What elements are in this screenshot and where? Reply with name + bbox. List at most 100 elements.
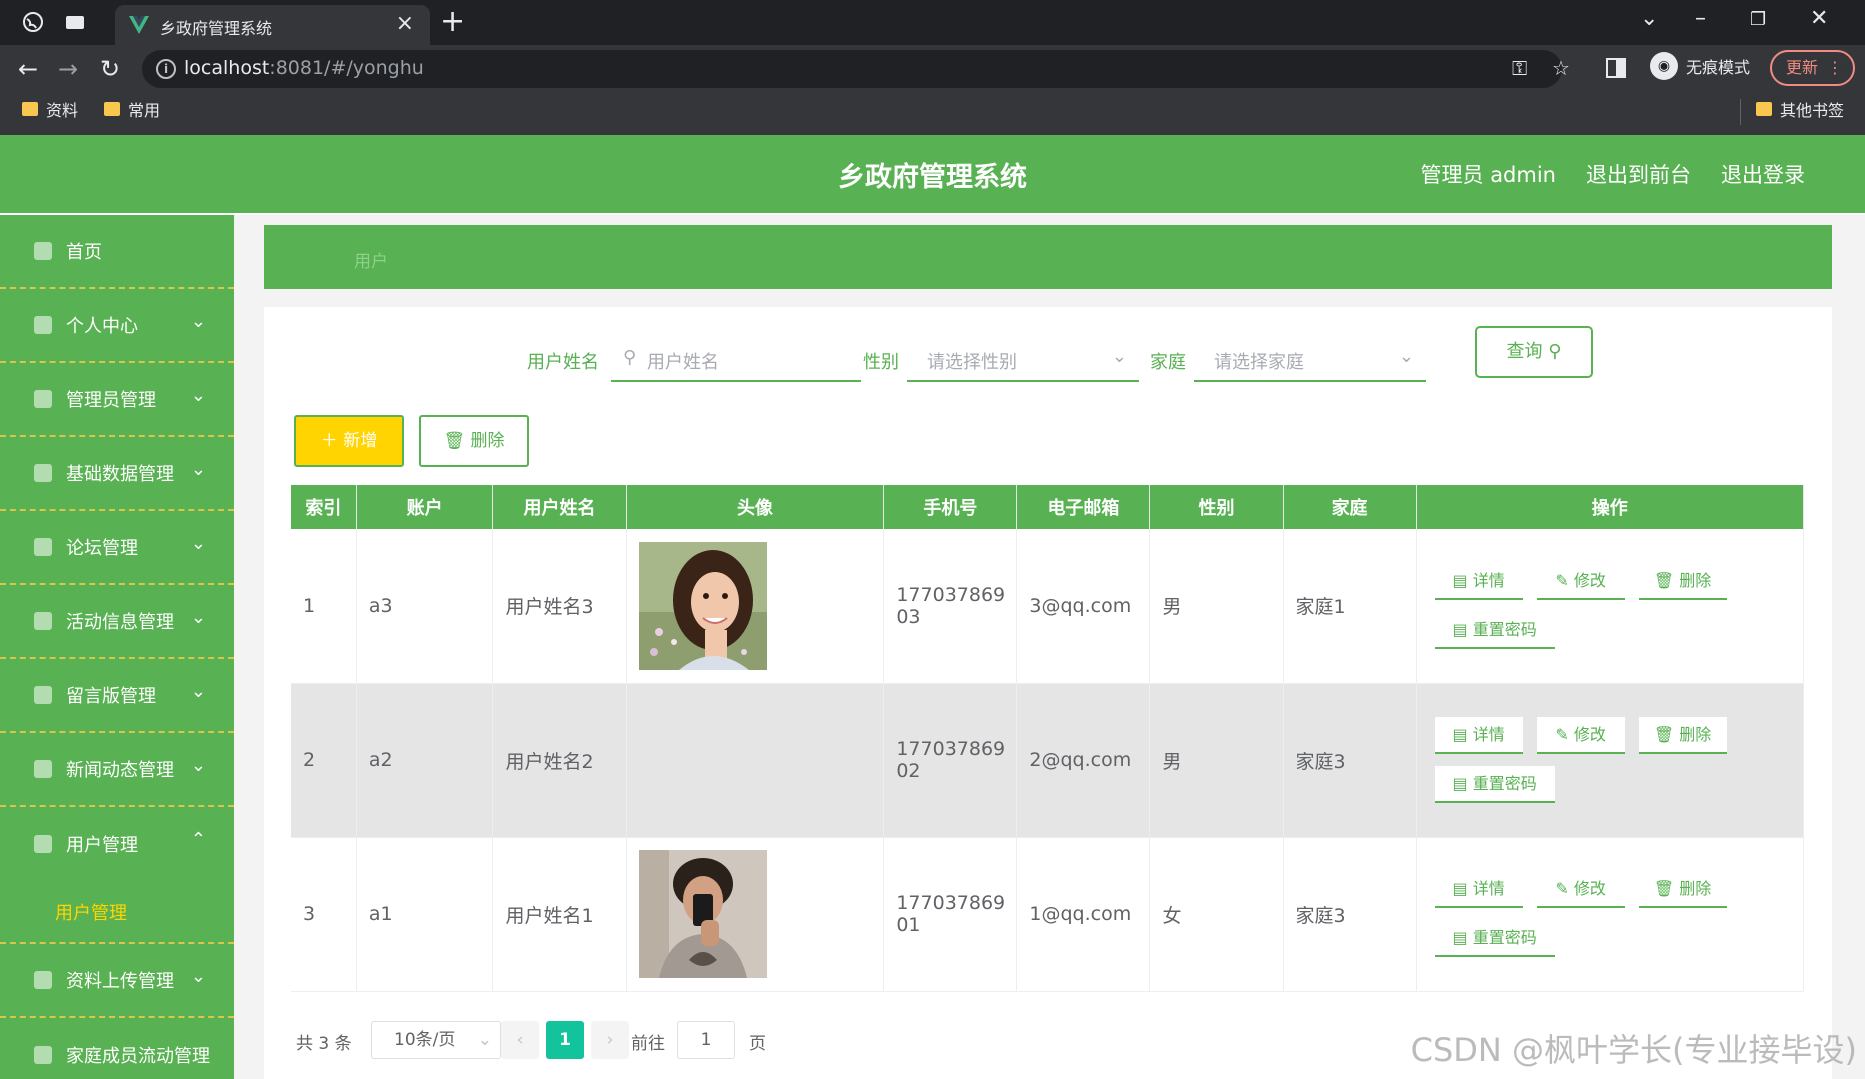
tab-list-icon[interactable]: ⌄ [1640, 6, 1658, 31]
family-icon [34, 1046, 52, 1064]
sidebar-item-activity[interactable]: 活动信息管理 ⌄ [0, 585, 234, 659]
table-row[interactable]: 1 a3 用户姓名3 177037869 03 3@qq.com 男 家庭1 ▤… [291, 529, 1805, 684]
restore-icon[interactable]: ❐ [1750, 9, 1766, 30]
goto-page-input[interactable]: 1 [677, 1021, 735, 1059]
sidebar-item-admin[interactable]: 管理员管理 ⌄ [0, 363, 234, 437]
breadcrumb: 用户 [264, 225, 1832, 289]
edit-button[interactable]: ✎ 修改 [1536, 871, 1625, 908]
col-actions: 操作 [1416, 485, 1805, 529]
query-button[interactable]: 查询 ⚲ [1475, 326, 1593, 378]
globe-icon[interactable] [22, 11, 44, 33]
cell-email: 2@qq.com [1016, 683, 1151, 838]
folder-icon [1756, 102, 1772, 116]
page-1-button[interactable]: 1 [546, 1021, 584, 1059]
trash-icon: 🗑 [1653, 570, 1675, 590]
folder-icon [22, 102, 38, 116]
exit-to-frontend-link[interactable]: 退出到前台 [1586, 159, 1691, 189]
col-email[interactable]: 电子邮箱 [1016, 485, 1151, 529]
gender-select[interactable]: 请选择性别 ⌄ [907, 338, 1139, 382]
sidebar-item-news[interactable]: 新闻动态管理 ⌄ [0, 733, 234, 807]
sidebar-item-personal-center[interactable]: 个人中心 ⌄ [0, 289, 234, 363]
edit-button[interactable]: ✎ 修改 [1536, 563, 1625, 600]
cell-gender: 男 [1149, 529, 1284, 684]
batch-delete-button[interactable]: 🗑 删除 [419, 415, 529, 467]
next-page-button[interactable]: › [591, 1021, 629, 1059]
delete-button[interactable]: 🗑 删除 [1638, 563, 1727, 600]
data-icon [34, 464, 52, 482]
key-icon[interactable]: ⚿ [1512, 56, 1527, 80]
col-family[interactable]: 家庭 [1283, 485, 1417, 529]
cell-account: a1 [356, 837, 494, 992]
document-icon: ▤ [1452, 570, 1468, 590]
reset-password-button[interactable]: ▤ 重置密码 [1434, 766, 1555, 803]
edit-button[interactable]: ✎ 修改 [1536, 717, 1625, 754]
incognito-indicator[interactable]: ◉ 无痕模式 [1650, 52, 1750, 80]
reload-icon[interactable]: ↻ [100, 55, 120, 83]
sidebar-item-user-management[interactable]: 用户管理 ⌃ [0, 807, 234, 881]
sidebar-item-forum[interactable]: 论坛管理 ⌄ [0, 511, 234, 585]
tab-search-icon[interactable] [64, 11, 86, 33]
sidebar-item-basic-data[interactable]: 基础数据管理 ⌄ [0, 437, 234, 511]
reset-password-button[interactable]: ▤ 重置密码 [1434, 612, 1555, 649]
new-tab-button[interactable]: + [440, 4, 465, 39]
page-size-select[interactable]: 10条/页 ⌄ [371, 1021, 501, 1059]
tab-close-icon[interactable]: × [396, 11, 414, 36]
col-name[interactable]: 用户姓名 [492, 485, 627, 529]
page-suffix: 页 [749, 1034, 766, 1054]
total-count: 共 3 条 [296, 1034, 352, 1054]
cell-avatar [626, 529, 885, 684]
detail-button[interactable]: ▤ 详情 [1434, 563, 1523, 600]
trash-icon: 🗑 [443, 431, 466, 451]
table-row[interactable]: 3 a1 用户姓名1 177037869 01 1@qq.com 女 家庭3 ▤… [291, 837, 1805, 992]
col-gender[interactable]: 性别 [1149, 485, 1284, 529]
minimize-icon[interactable]: – [1695, 6, 1706, 31]
bookmark-star-icon[interactable]: ☆ [1552, 56, 1570, 80]
avatar-boy-photo[interactable] [638, 850, 767, 978]
delete-button[interactable]: 🗑 删除 [1638, 717, 1727, 754]
update-button[interactable]: 更新 ⋮ [1770, 50, 1855, 86]
name-search-input[interactable]: ⚲ 用户姓名 [611, 338, 861, 382]
bookmark-changyong[interactable]: 常用 [104, 97, 160, 121]
cell-account: a2 [356, 683, 494, 838]
sidebar-subitem-user-management[interactable]: 用户管理 [0, 881, 234, 944]
trash-icon: 🗑 [1653, 879, 1675, 898]
cell-index: 3 [291, 837, 357, 992]
sidebar-item-family-flow[interactable]: 家庭成员流动管理 [0, 1018, 234, 1079]
cell-actions: ▤ 详情 ✎ 修改 🗑 删除 ▤ 重置密码 [1416, 529, 1805, 684]
site-info-icon[interactable]: i [156, 59, 176, 79]
cell-index: 1 [291, 529, 357, 684]
window-close-icon[interactable]: ✕ [1810, 6, 1828, 31]
gender-label: 性别 [863, 352, 899, 373]
reset-password-button[interactable]: ▤ 重置密码 [1434, 920, 1555, 957]
active-tab[interactable]: 乡政府管理系统 × [115, 5, 430, 45]
logout-link[interactable]: 退出登录 [1721, 159, 1805, 189]
cell-name: 用户姓名2 [492, 683, 627, 838]
family-select[interactable]: 请选择家庭 ⌄ [1194, 338, 1426, 382]
avatar-girl-photo[interactable] [638, 541, 767, 670]
col-index[interactable]: 索引 [291, 485, 357, 529]
address-bar[interactable]: i localhost:8081/#/yonghu ⚿ ☆ [142, 50, 1570, 88]
col-phone[interactable]: 手机号 [883, 485, 1018, 529]
col-account[interactable]: 账户 [356, 485, 494, 529]
detail-button[interactable]: ▤ 详情 [1434, 871, 1523, 908]
add-button[interactable]: ＋ 新增 [294, 415, 404, 467]
col-avatar: 头像 [626, 485, 885, 529]
detail-button[interactable]: ▤ 详情 [1434, 717, 1523, 754]
name-label: 用户姓名 [527, 352, 599, 373]
sidebar-item-message-board[interactable]: 留言版管理 ⌄ [0, 659, 234, 733]
sidebar-item-home[interactable]: 首页 [0, 215, 234, 289]
sidebar-item-upload[interactable]: 资料上传管理 ⌄ [0, 944, 234, 1018]
bookmark-ziliao[interactable]: 资料 [22, 97, 78, 121]
url-text[interactable]: localhost:8081/#/yonghu [184, 57, 424, 79]
forward-icon[interactable]: → [58, 55, 78, 83]
bookmark-other[interactable]: 其他书签 [1756, 97, 1844, 121]
chevron-down-icon: ⌄ [190, 681, 206, 702]
document-icon: ▤ [1452, 928, 1468, 947]
prev-page-button[interactable]: ‹ [501, 1021, 539, 1059]
cell-email: 3@qq.com [1016, 529, 1151, 684]
main-content: 用户 用户姓名 ⚲ 用户姓名 性别 请选择性别 ⌄ 家庭 请选择家庭 ⌄ 查询 … [234, 215, 1865, 1079]
table-row[interactable]: 2 a2 用户姓名2 177037869 02 2@qq.com 男 家庭3 ▤ … [291, 683, 1805, 838]
delete-button[interactable]: 🗑 删除 [1638, 871, 1727, 908]
sidepanel-icon[interactable] [1606, 58, 1626, 78]
back-icon[interactable]: ← [18, 55, 38, 83]
